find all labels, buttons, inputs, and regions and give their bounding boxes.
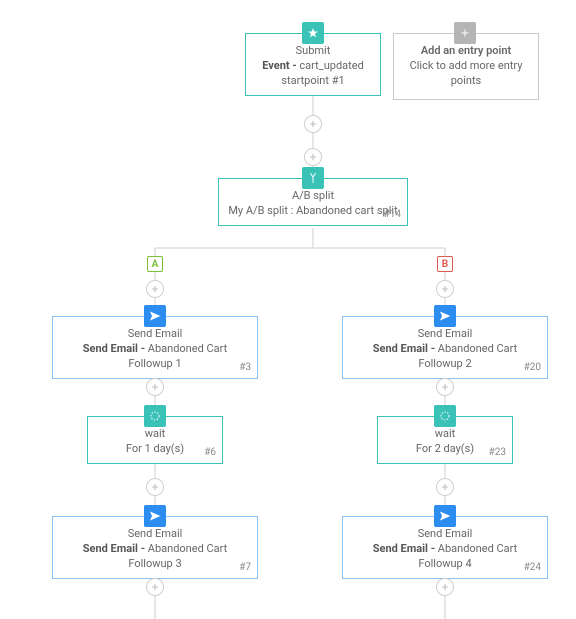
add-step-button[interactable] xyxy=(146,378,164,396)
node-id: #20 xyxy=(524,361,541,375)
branch-badge-a: A xyxy=(147,256,163,272)
add-step-button[interactable] xyxy=(146,280,164,298)
add-entry-subtitle: Click to add more entry points xyxy=(402,59,530,89)
node-title: Send Email xyxy=(351,327,539,342)
entry-line3: startpoint #1 xyxy=(254,74,372,89)
add-step-button[interactable] xyxy=(146,578,164,596)
entry-title: Submit xyxy=(254,44,372,59)
node-title: wait xyxy=(96,427,214,442)
wait-icon xyxy=(144,405,166,427)
send-icon xyxy=(434,305,456,327)
wait-icon xyxy=(434,405,456,427)
node-detail: For 2 day(s) xyxy=(386,442,504,457)
node-title: Send Email xyxy=(61,327,249,342)
node-title: wait xyxy=(386,427,504,442)
add-entry-title: Add an entry point xyxy=(402,44,530,59)
node-detail: For 1 day(s) xyxy=(96,442,214,457)
split-title: A/B split xyxy=(227,189,399,204)
node-title: Send Email xyxy=(61,527,249,542)
split-icon xyxy=(302,167,324,189)
node-detail: Send Email - Abandoned Cart Followup 2 xyxy=(351,342,539,372)
add-step-button[interactable] xyxy=(436,578,454,596)
node-detail: Send Email - Abandoned Cart Followup 1 xyxy=(61,342,249,372)
node-title: Send Email xyxy=(351,527,539,542)
node-id: #7 xyxy=(239,561,251,575)
add-step-button[interactable] xyxy=(304,148,322,166)
add-step-button[interactable] xyxy=(304,115,322,133)
node-id: #3 xyxy=(239,361,251,375)
send-icon xyxy=(144,505,166,527)
node-id: #23 xyxy=(489,446,506,460)
add-step-button[interactable] xyxy=(436,280,454,298)
plus-icon xyxy=(454,22,476,44)
split-id: #14 xyxy=(384,208,401,222)
add-step-button[interactable] xyxy=(436,378,454,396)
node-id: #6 xyxy=(204,446,216,460)
add-step-button[interactable] xyxy=(146,478,164,496)
branch-badge-b: B xyxy=(437,256,453,272)
add-step-button[interactable] xyxy=(436,478,454,496)
node-detail: Send Email - Abandoned Cart Followup 3 xyxy=(61,542,249,572)
send-icon xyxy=(144,305,166,327)
node-id: #24 xyxy=(524,561,541,575)
split-detail: My A/B split : Abandoned cart split xyxy=(227,204,399,219)
entry-detail: Event - cart_updated xyxy=(254,59,372,74)
star-icon xyxy=(302,22,324,44)
node-detail: Send Email - Abandoned Cart Followup 4 xyxy=(351,542,539,572)
send-icon xyxy=(434,505,456,527)
